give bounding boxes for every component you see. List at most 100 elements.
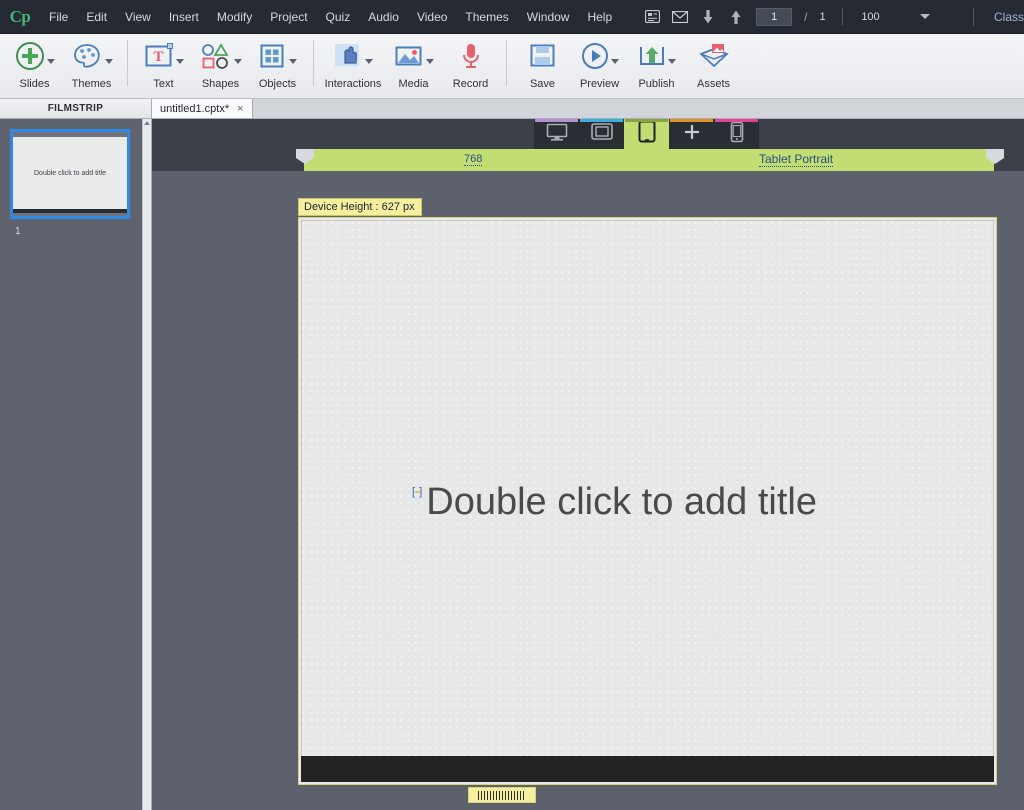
breakpoint-ruler: 768 Tablet Portrait xyxy=(152,149,1024,171)
assets-button[interactable]: Assets xyxy=(685,34,742,98)
slide-canvas-surface[interactable]: [–] Double click to add title xyxy=(301,220,994,782)
interactions-button[interactable]: Interactions xyxy=(321,34,385,98)
filmstrip-scrollbar[interactable] xyxy=(142,119,151,810)
themes-label: Themes xyxy=(71,78,112,90)
tablet-landscape-icon xyxy=(590,122,614,146)
play-circle-icon xyxy=(581,42,609,75)
filmstrip-slide-list: Double click to add title 1 xyxy=(0,119,143,810)
menu-item-themes[interactable]: Themes xyxy=(456,5,517,29)
chevron-down-icon[interactable] xyxy=(104,58,113,64)
chevron-down-icon[interactable] xyxy=(233,58,242,64)
chevron-down-icon[interactable] xyxy=(288,58,297,64)
chevron-down-icon[interactable] xyxy=(667,58,676,64)
themes-button[interactable]: Themes xyxy=(63,34,120,98)
chevron-down-icon[interactable] xyxy=(610,58,619,64)
stage-area: 768 Tablet Portrait Device Height : 627 … xyxy=(152,119,1024,810)
menubar-tools: 1 / 1 100 xyxy=(639,5,930,29)
device-accent-bar xyxy=(625,119,668,122)
breakpoint-range[interactable]: 768 Tablet Portrait xyxy=(304,149,994,171)
device-accent-bar xyxy=(670,119,713,122)
menu-item-file[interactable]: File xyxy=(40,5,77,29)
save-button[interactable]: Save xyxy=(514,34,571,98)
current-page-input[interactable]: 1 xyxy=(756,7,793,26)
desktop-device-button[interactable] xyxy=(534,119,579,149)
text-button[interactable]: T Text xyxy=(135,34,192,98)
slide-title-text: Double click to add title xyxy=(426,481,818,523)
slide-properties-icon[interactable] xyxy=(639,5,665,29)
menubar-right-divider xyxy=(973,8,974,26)
hand-pointer-icon xyxy=(333,42,363,75)
upload-box-icon xyxy=(638,43,666,74)
objects-icon-row xyxy=(259,40,297,76)
menu-bar: Cp File Edit View Insert Modify Project … xyxy=(0,0,1024,34)
add-device-button[interactable] xyxy=(669,119,714,149)
record-button[interactable]: Record xyxy=(442,34,499,98)
text-box-icon: T xyxy=(144,42,174,74)
slide-footer-band xyxy=(301,756,994,782)
objects-grid-icon xyxy=(259,43,287,74)
canvas-resize-grip[interactable] xyxy=(468,787,536,803)
menu-item-window[interactable]: Window xyxy=(518,5,579,29)
slide-thumbnail[interactable]: Double click to add title xyxy=(10,129,130,219)
objects-button[interactable]: Objects xyxy=(249,34,306,98)
assets-box-icon xyxy=(698,42,730,75)
chevron-down-icon[interactable] xyxy=(425,58,434,64)
preview-icon-row xyxy=(581,40,619,76)
chevron-down-icon[interactable] xyxy=(365,58,373,64)
filmstrip-title: FILMSTRIP xyxy=(47,103,104,114)
ribbon-group-media: Interactions Media Record xyxy=(321,34,499,98)
slide-canvas[interactable]: [–] Double click to add title xyxy=(298,217,997,785)
media-button[interactable]: Media xyxy=(385,34,442,98)
up-arrow-icon[interactable] xyxy=(723,5,749,29)
email-icon[interactable] xyxy=(667,5,693,29)
media-icon-row xyxy=(394,40,434,76)
document-tab[interactable]: untitled1.cptx* × xyxy=(152,99,253,118)
down-arrow-icon[interactable] xyxy=(695,5,721,29)
record-label: Record xyxy=(452,78,489,90)
shapes-label: Shapes xyxy=(201,78,240,90)
menu-item-audio[interactable]: Audio xyxy=(359,5,408,29)
menu-item-view[interactable]: View xyxy=(116,5,160,29)
publish-icon-row xyxy=(638,40,676,76)
chevron-up-icon[interactable] xyxy=(144,121,150,125)
shapes-button[interactable]: Shapes xyxy=(192,34,249,98)
menu-item-video[interactable]: Video xyxy=(408,5,456,29)
menu-item-quiz[interactable]: Quiz xyxy=(317,5,360,29)
breakpoint-width-label[interactable]: 768 xyxy=(464,153,483,166)
ribbon-group-output: Save Preview Publish Assets xyxy=(514,34,742,98)
chevron-down-icon[interactable] xyxy=(175,58,184,64)
ribbon-divider xyxy=(313,40,314,86)
ribbon-toolbar: Slides Themes T Text Shapes Objects Inte… xyxy=(0,34,1024,99)
workspace-label[interactable]: Class xyxy=(994,10,1024,24)
preview-button[interactable]: Preview xyxy=(571,34,628,98)
menu-item-modify[interactable]: Modify xyxy=(208,5,261,29)
menu-item-help[interactable]: Help xyxy=(578,5,621,29)
slides-button[interactable]: Slides xyxy=(6,34,63,98)
close-icon[interactable]: × xyxy=(237,103,243,115)
objects-label: Objects xyxy=(258,78,297,90)
shapes-icon-row xyxy=(200,40,242,76)
microphone-icon xyxy=(460,42,482,75)
save-label: Save xyxy=(529,78,556,90)
filmstrip-panel: Double click to add title 1 xyxy=(0,119,152,810)
themes-icon-row xyxy=(71,40,113,76)
menu-item-edit[interactable]: Edit xyxy=(77,5,116,29)
menu-item-insert[interactable]: Insert xyxy=(160,5,208,29)
mobile-device-button[interactable] xyxy=(714,119,759,149)
tablet-portrait-device-button[interactable] xyxy=(624,119,669,149)
tablet-landscape-device-button[interactable] xyxy=(579,119,624,149)
document-tab-label: untitled1.cptx* xyxy=(160,102,230,115)
device-accent-bar xyxy=(535,119,578,122)
plus-circle-icon xyxy=(15,41,45,76)
publish-button[interactable]: Publish xyxy=(628,34,685,98)
slide-title-placeholder[interactable]: [–] Double click to add title xyxy=(412,483,817,521)
monitor-icon xyxy=(545,122,569,147)
menu-item-project[interactable]: Project xyxy=(261,5,316,29)
thumbnail-body: Double click to add title xyxy=(13,137,127,209)
chevron-down-icon[interactable] xyxy=(919,14,930,19)
chevron-down-icon[interactable] xyxy=(46,58,55,64)
breakpoint-name-label[interactable]: Tablet Portrait xyxy=(759,152,834,167)
zoom-level-input[interactable]: 100 xyxy=(854,11,888,23)
filmstrip-slide-1[interactable]: Double click to add title 1 xyxy=(10,129,130,237)
svg-text:T: T xyxy=(153,49,163,65)
